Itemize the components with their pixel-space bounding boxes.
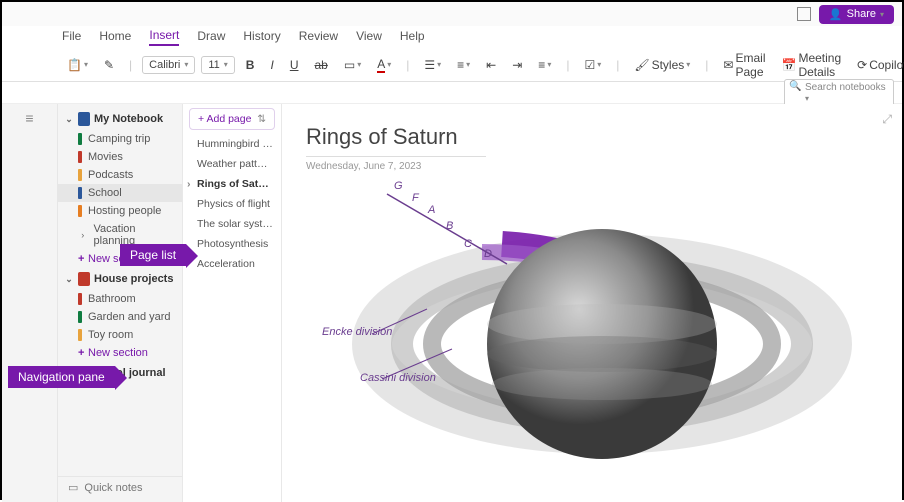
saturn-illustration: G F A B C D Encke division Cassini divis…: [332, 174, 852, 494]
search-input[interactable]: Search notebooks ▾: [784, 79, 894, 107]
email-page-button[interactable]: ✉ Email Page: [718, 48, 770, 82]
styles-button[interactable]: 🖌 Styles▾: [629, 55, 695, 75]
numbered-list-button[interactable]: ≡▾: [452, 55, 475, 75]
ring-label-c: C: [464, 238, 472, 250]
menu-history[interactable]: History: [243, 29, 280, 45]
navigation-pane: ⌄My NotebookCamping tripMoviesPodcastsSc…: [58, 104, 182, 502]
bullet-list-button[interactable]: ☰▾: [419, 55, 446, 75]
note-icon: ▭: [68, 481, 78, 494]
menu-review[interactable]: Review: [299, 29, 338, 45]
meeting-details-button[interactable]: 📅 Meeting Details: [777, 48, 847, 82]
ring-label-d: D: [484, 248, 492, 260]
strikethrough-button[interactable]: ab: [309, 55, 332, 75]
format-painter-button[interactable]: ✎: [99, 55, 119, 75]
section-item[interactable]: Bathroom: [58, 290, 182, 308]
share-button[interactable]: 👤 Share ▾: [819, 5, 894, 24]
encke-label: Encke division: [322, 326, 392, 338]
page-item[interactable]: The solar system: [183, 214, 281, 234]
italic-button[interactable]: I: [265, 55, 278, 75]
ring-label-a: A: [428, 204, 435, 216]
chevron-down-icon: ▾: [880, 10, 884, 19]
section-item[interactable]: Toy room: [58, 326, 182, 344]
menu-insert[interactable]: Insert: [149, 28, 179, 46]
add-page-button[interactable]: + Add page ⇅: [189, 108, 275, 130]
new-section-button[interactable]: +New section: [58, 344, 182, 362]
font-family-select[interactable]: Calibri▾: [142, 56, 195, 74]
notebook-header[interactable]: ⌄My Notebook: [58, 108, 182, 130]
section-item[interactable]: Podcasts: [58, 166, 182, 184]
section-item[interactable]: Movies: [58, 148, 182, 166]
bold-button[interactable]: B: [241, 55, 260, 75]
share-label: Share: [847, 8, 876, 20]
menu-draw[interactable]: Draw: [197, 29, 225, 45]
section-item[interactable]: Garden and yard: [58, 308, 182, 326]
copilot-button[interactable]: ⟳ Copilot: [852, 55, 904, 75]
font-color-button[interactable]: A▾: [372, 54, 396, 76]
ring-label-b: B: [446, 220, 453, 232]
page-list: + Add page ⇅ Hummingbird wing...Weather …: [182, 104, 282, 502]
sort-icon[interactable]: ⇅: [257, 113, 266, 125]
page-item[interactable]: Rings of Saturn: [183, 174, 281, 194]
indent-button[interactable]: ⇥: [507, 55, 527, 75]
highlight-button[interactable]: ▭▾: [339, 55, 366, 75]
page-item[interactable]: Weather patterns: [183, 154, 281, 174]
section-item[interactable]: Hosting people: [58, 202, 182, 220]
menu-home[interactable]: Home: [99, 29, 131, 45]
expand-icon[interactable]: ⤢: [882, 112, 892, 127]
page-canvas[interactable]: ⤢ Rings of Saturn Wednesday, June 7, 202…: [282, 104, 902, 502]
ring-label-g: G: [394, 180, 403, 192]
share-icon: 👤: [829, 8, 843, 21]
menu-bar: File Home Insert Draw History Review View Help: [2, 26, 902, 48]
section-item[interactable]: School: [58, 184, 182, 202]
menu-file[interactable]: File: [62, 29, 81, 45]
cassini-label: Cassini division: [360, 372, 436, 384]
quick-notes-button[interactable]: ▭ Quick notes: [58, 476, 182, 498]
notebook-header[interactable]: ⌄House projects: [58, 268, 182, 290]
clipboard-button[interactable]: 📋▾: [62, 55, 93, 75]
page-item[interactable]: Physics of flight: [183, 194, 281, 214]
align-button[interactable]: ≡▾: [533, 55, 556, 75]
menu-view[interactable]: View: [356, 29, 382, 45]
todo-tag-button[interactable]: ☑▾: [579, 55, 606, 75]
font-size-select[interactable]: 11▾: [201, 56, 234, 74]
menu-help[interactable]: Help: [400, 29, 425, 45]
page-date: Wednesday, June 7, 2023: [306, 161, 878, 172]
ring-label-f: F: [412, 192, 419, 204]
outdent-button[interactable]: ⇤: [481, 55, 501, 75]
page-item[interactable]: Hummingbird wing...: [183, 134, 281, 154]
underline-button[interactable]: U: [285, 55, 304, 75]
window-mode-icon[interactable]: [797, 7, 811, 21]
left-gutter: ≡: [2, 104, 58, 502]
callout-nav-pane: Navigation pane: [8, 366, 115, 388]
section-item[interactable]: Camping trip: [58, 130, 182, 148]
hamburger-icon[interactable]: ≡: [25, 110, 33, 126]
page-title[interactable]: Rings of Saturn: [306, 124, 878, 150]
callout-page-list: Page list: [120, 244, 186, 266]
ribbon: 📋▾ ✎ | Calibri▾ 11▾ B I U ab ▭▾ A▾ | ☰▾ …: [2, 48, 902, 82]
